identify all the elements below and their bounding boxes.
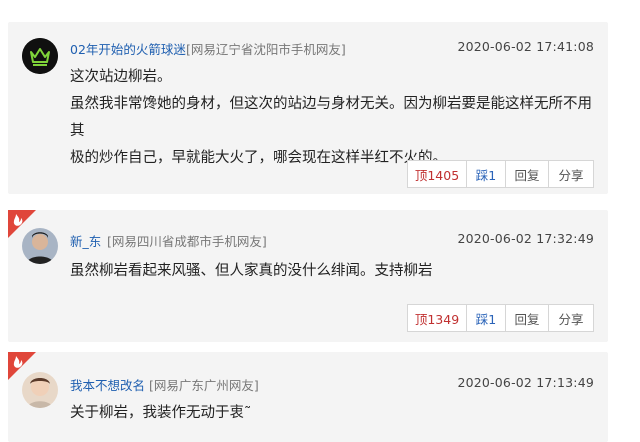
comment-actions: 顶1349 踩1 回复 分享: [407, 304, 594, 332]
comment-card: 02年开始的火箭球迷 [网易辽宁省沈阳市手机网友] 2020-06-02 17:…: [8, 22, 608, 194]
comment-line: 这次站边柳岩。: [70, 69, 172, 85]
comment-text: 关于柳岩，我装作无动于衷˜: [70, 400, 592, 427]
comment-time: 2020-06-02 17:13:49: [457, 375, 594, 390]
comment-card: 我本不想改名 [网易广东广州网友] 2020-06-02 17:13:49 关于…: [8, 352, 608, 442]
user-location: [网易辽宁省沈阳市手机网友]: [186, 42, 346, 57]
comment-actions: 顶1405 踩1 回复 分享: [407, 160, 594, 188]
crown-avatar-icon: [22, 38, 58, 74]
comment-card: 新_东 [网易四川省成都市手机网友] 2020-06-02 17:32:49 虽…: [8, 210, 608, 342]
username[interactable]: 新_东: [70, 231, 101, 250]
avatar[interactable]: [22, 372, 58, 408]
share-button[interactable]: 分享: [548, 304, 594, 332]
downvote-button[interactable]: 踩1: [466, 160, 506, 188]
comment-line: 虽然我非常馋她的身材，但这次的站边与身材无关。因为柳岩要是能这样无所不用其: [70, 96, 592, 139]
user-avatar-photo: [22, 228, 58, 264]
avatar[interactable]: [22, 38, 58, 74]
username[interactable]: 我本不想改名: [70, 375, 145, 394]
username[interactable]: 02年开始的火箭球迷: [70, 39, 186, 58]
upvote-button[interactable]: 顶1349: [407, 304, 467, 332]
comment-time: 2020-06-02 17:32:49: [457, 231, 594, 246]
comment-text: 虽然柳岩看起来风骚、但人家真的没什么绯闻。支持柳岩: [70, 258, 592, 285]
downvote-button[interactable]: 踩1: [466, 304, 506, 332]
upvote-button[interactable]: 顶1405: [407, 160, 467, 188]
reply-button[interactable]: 回复: [505, 160, 549, 188]
comment-text: 这次站边柳岩。 虽然我非常馋她的身材，但这次的站边与身材无关。因为柳岩要是能这样…: [70, 64, 592, 172]
share-button[interactable]: 分享: [548, 160, 594, 188]
comment-time: 2020-06-02 17:41:08: [457, 39, 594, 54]
user-location: [网易四川省成都市手机网友]: [107, 234, 267, 249]
comment-line: 关于柳岩，我装作无动于衷˜: [70, 405, 252, 421]
user-location: [网易广东广州网友]: [149, 378, 259, 393]
comment-line: 虽然柳岩看起来风骚、但人家真的没什么绯闻。支持柳岩: [70, 263, 433, 279]
avatar[interactable]: [22, 228, 58, 264]
reply-button[interactable]: 回复: [505, 304, 549, 332]
user-avatar-photo: [22, 372, 58, 408]
